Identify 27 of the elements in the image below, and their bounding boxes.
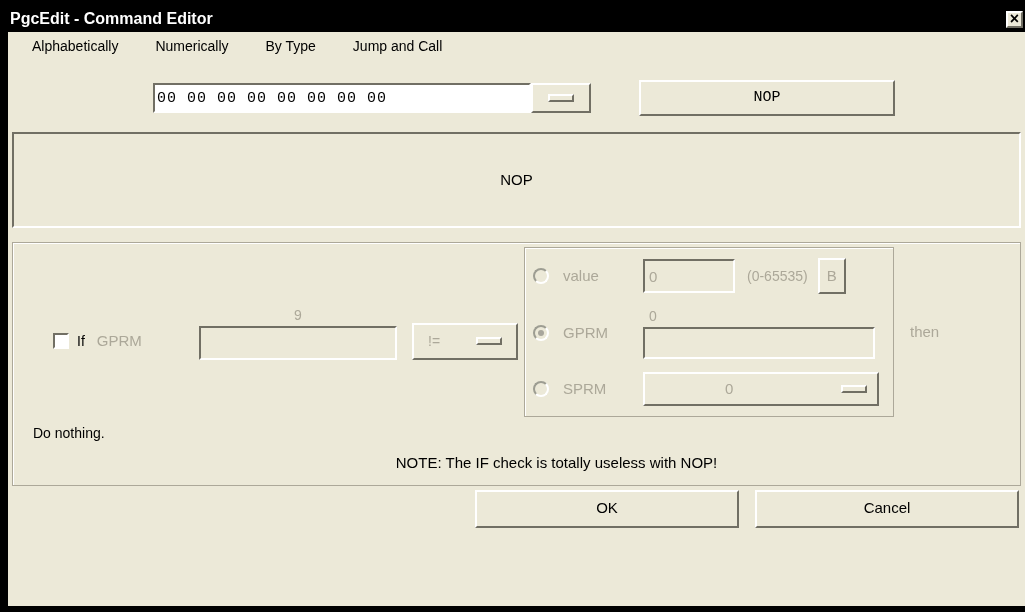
- command-bytes-field[interactable]: 00 00 00 00 00 00 00 00: [153, 83, 531, 113]
- dropdown-bar-icon: [476, 337, 502, 345]
- dropdown-button[interactable]: [531, 83, 591, 113]
- radio-label: GPRM: [563, 322, 609, 343]
- register-value: 0: [648, 307, 658, 327]
- command-display: NOP: [12, 132, 1021, 228]
- dialog-button[interactable]: Cancel: [755, 489, 1019, 528]
- dropdown-bar-icon: [841, 384, 867, 393]
- radio-label: SPRM: [563, 378, 608, 399]
- dialog-button[interactable]: OK: [475, 489, 739, 528]
- register-field[interactable]: [199, 325, 397, 360]
- value-range: (0-65535): [747, 266, 808, 286]
- command-button[interactable]: NOP: [639, 80, 895, 116]
- menu-item[interactable]: Numerically: [155, 35, 229, 57]
- description-text: Do nothing.: [33, 424, 105, 443]
- menu-item[interactable]: Alphabetically: [32, 35, 119, 57]
- note-text: NOTE: The IF check is totally useless with NOP!: [395, 453, 718, 473]
- close-button[interactable]: ×: [1006, 10, 1023, 28]
- menu-item[interactable]: By Type: [265, 35, 316, 57]
- register-value: 9: [294, 305, 302, 325]
- checkbox-label: If: [77, 331, 85, 351]
- then-label: then: [910, 321, 940, 342]
- window-title: PgcEdit - Command Editor: [10, 9, 213, 29]
- register-label: GPRM: [96, 330, 142, 351]
- radio-label: value: [563, 265, 600, 286]
- dropdown-bar-icon: [548, 94, 574, 102]
- menu-item[interactable]: Jump and Call: [352, 35, 443, 57]
